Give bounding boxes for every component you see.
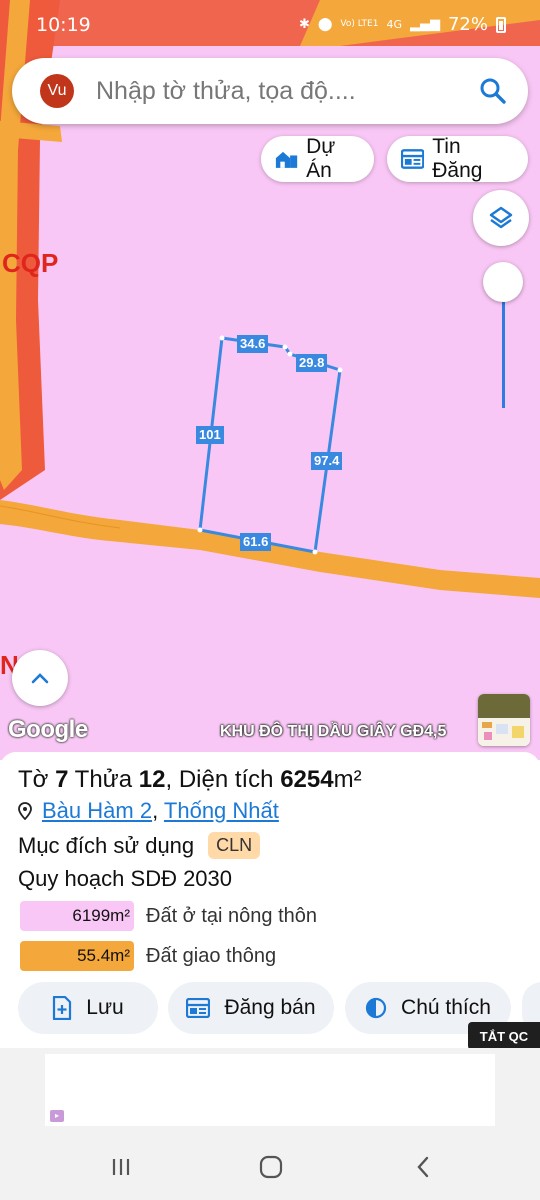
battery-icon — [496, 16, 506, 33]
ad-banner[interactable]: ▸ — [45, 1054, 495, 1126]
avatar[interactable]: Vu — [40, 74, 74, 108]
project-name: KHU ĐÔ THỊ DẦU GIÂY GĐ4,5 — [220, 723, 447, 740]
save-button[interactable]: Lưu — [18, 982, 158, 1034]
legend-label: Chú thích — [401, 996, 491, 1019]
project-thumbnail[interactable] — [478, 694, 530, 746]
legend-label: Đất ở tại nông thôn — [146, 904, 318, 927]
zone-label: CQP — [2, 248, 59, 278]
plan-label: Quy hoạch SDĐ 2030 — [18, 866, 233, 891]
search-bar[interactable]: Vu — [12, 58, 528, 124]
edge-label: 97.4 — [311, 452, 343, 470]
bluetooth-icon: ✱ — [298, 17, 310, 32]
signal-icon: ▂▄▆ — [409, 17, 440, 32]
home-icon — [259, 1155, 283, 1179]
purpose-code-badge: CLN — [208, 832, 261, 859]
edge-label: 61.6 — [240, 533, 272, 551]
chevron-up-icon — [31, 673, 49, 684]
google-logo: Google — [8, 716, 88, 743]
edge-label: 29.8 — [296, 354, 328, 372]
back-icon — [417, 1156, 429, 1178]
to-label: Tờ — [18, 766, 49, 793]
address-link-commune[interactable]: Thống Nhất — [164, 798, 279, 823]
network-type: 4G — [386, 18, 402, 31]
legend-item: 55.4m² Đất giao thông — [20, 940, 276, 972]
contrast-icon — [365, 997, 387, 1019]
ad-choices-icon[interactable]: ▸ — [50, 1110, 64, 1122]
add-file-icon — [53, 996, 72, 1020]
home-button[interactable] — [254, 1150, 288, 1184]
battery-level: 72% — [447, 14, 488, 35]
action-bar: Lưu Đăng bán Chú thích — [0, 982, 540, 1034]
clock: 10:19 — [36, 14, 91, 36]
ad-banner-area: ▸ — [0, 1048, 540, 1132]
land-purpose: Mục đích sử dụng CLN — [18, 832, 261, 859]
area-label: Diện tích — [178, 766, 274, 793]
building-icon — [275, 151, 298, 168]
du-an-label: Dự Án — [306, 135, 336, 182]
search-icon[interactable] — [476, 74, 510, 108]
edge-label: 34.6 — [237, 335, 269, 353]
address-link-village[interactable]: Bàu Hàm 2 — [42, 798, 152, 823]
purpose-label: Mục đích sử dụng — [18, 832, 195, 858]
opacity-slider-knob[interactable] — [483, 262, 523, 302]
back-button[interactable] — [406, 1150, 440, 1184]
listing-icon — [186, 998, 211, 1018]
map-view[interactable]: 34.6 29.8 101 97.4 61.6 CQP N 10:19 ✱ ⬤ … — [0, 0, 540, 760]
post-sale-button[interactable]: Đăng bán — [168, 982, 334, 1034]
legend-label: Đất giao thông — [146, 944, 277, 967]
du-an-button[interactable]: Dự Án — [261, 135, 374, 182]
legend-swatch: 6199m² — [20, 901, 134, 931]
search-input[interactable] — [96, 76, 476, 106]
post-sale-label: Đăng bán — [224, 996, 316, 1019]
listing-icon — [401, 149, 425, 169]
tin-dang-button[interactable]: Tin Đăng — [387, 135, 528, 182]
layers-button[interactable] — [473, 190, 529, 246]
expand-up-button[interactable] — [12, 650, 68, 706]
address-separator: , — [152, 798, 159, 823]
layers-icon — [489, 206, 513, 229]
system-nav-bar — [0, 1132, 540, 1200]
location-icon: ⬤ — [317, 17, 333, 32]
parcel-address: Bàu Hàm 2, Thống Nhất — [18, 798, 279, 824]
legend-item: 6199m² Đất ở tại nông thôn — [20, 900, 317, 932]
legend-swatch: 55.4m² — [20, 941, 134, 971]
close-ad-button[interactable]: TẮT QC — [468, 1022, 540, 1050]
parcel-info-panel: Tờ 7 Thửa 12, Diện tích 6254m² Bàu Hàm 2… — [0, 752, 540, 1048]
recent-apps-icon — [112, 1159, 130, 1175]
recent-apps-button[interactable] — [104, 1150, 138, 1184]
thua-label: Thửa — [74, 766, 133, 793]
volte-tag: Vo) LTE1 — [340, 19, 379, 29]
tin-dang-label: Tin Đăng — [432, 135, 483, 182]
to-value: 7 — [55, 766, 69, 793]
area-value: 6254 — [280, 766, 334, 793]
thua-value: 12 — [138, 766, 166, 793]
save-label: Lưu — [86, 996, 124, 1019]
edge-label: 101 — [196, 426, 224, 444]
area-unit: m² — [333, 766, 362, 793]
parcel-title: Tờ 7 Thửa 12, Diện tích 6254m² — [18, 766, 362, 793]
status-bar: 10:19 ✱ ⬤ Vo) LTE1 4G ▂▄▆ 72% — [0, 0, 540, 52]
opacity-slider-track[interactable] — [502, 290, 505, 408]
location-pin-icon — [18, 802, 32, 820]
